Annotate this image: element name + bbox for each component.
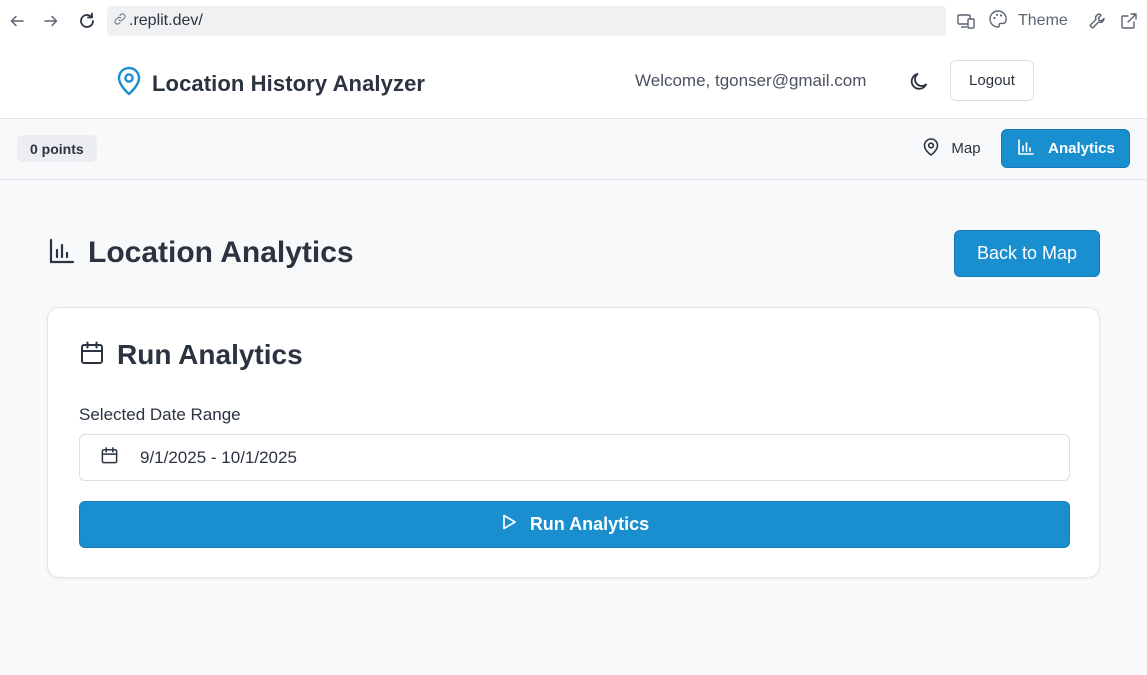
bar-chart-icon: [48, 237, 76, 270]
brand: Location History Analyzer: [116, 66, 425, 101]
play-icon: [500, 513, 518, 536]
reload-icon[interactable]: [75, 9, 99, 33]
bar-chart-icon: [1016, 137, 1036, 161]
forward-arrow-icon[interactable]: [39, 9, 63, 33]
app-title: Location History Analyzer: [152, 70, 426, 96]
tab-analytics-label: Analytics: [1048, 140, 1115, 157]
app-header: Location History Analyzer Welcome, tgons…: [0, 42, 1147, 119]
date-range-label: Selected Date Range: [79, 405, 241, 424]
wrench-icon[interactable]: [1087, 9, 1107, 33]
run-analytics-card: Run Analytics Selected Date Range 9/1/20…: [47, 307, 1100, 578]
map-pin-icon: [921, 137, 941, 161]
browser-toolbar: .replit.dev/ Theme: [0, 0, 1147, 42]
logout-button[interactable]: Logout: [950, 60, 1034, 101]
card-title: Run Analytics: [117, 339, 303, 370]
date-range-value: 9/1/2025 - 10/1/2025: [140, 447, 297, 467]
back-arrow-icon[interactable]: [5, 9, 29, 33]
devices-icon[interactable]: [956, 9, 976, 33]
theme-label: Theme: [1018, 12, 1068, 29]
palette-icon: [988, 9, 1008, 34]
card-heading: Run Analytics: [79, 339, 303, 371]
welcome-text: Welcome, tgonser@gmail.com: [635, 71, 867, 90]
map-pin-logo-icon: [116, 66, 142, 101]
tab-analytics[interactable]: Analytics: [1001, 129, 1130, 168]
back-to-map-button[interactable]: Back to Map: [954, 230, 1100, 277]
calendar-icon: [100, 446, 119, 470]
page-title: Location Analytics: [88, 236, 354, 269]
page-heading: Location Analytics: [48, 236, 354, 270]
address-bar[interactable]: .replit.dev/: [107, 6, 946, 36]
points-badge: 0 points: [17, 135, 97, 162]
url-text: .replit.dev/: [129, 12, 203, 29]
run-analytics-button[interactable]: Run Analytics: [79, 501, 1070, 548]
date-range-picker[interactable]: 9/1/2025 - 10/1/2025: [79, 434, 1070, 481]
dark-mode-toggle[interactable]: [908, 71, 930, 93]
run-analytics-label: Run Analytics: [529, 514, 650, 534]
tab-map-label: Map: [951, 140, 981, 157]
theme-control[interactable]: Theme: [988, 9, 1068, 33]
link-icon: [113, 12, 127, 31]
tab-map[interactable]: Map: [910, 129, 992, 168]
calendar-icon: [79, 340, 105, 371]
view-toolbar: 0 points Map Analytics: [0, 119, 1147, 180]
moon-icon: [908, 73, 930, 97]
external-link-icon[interactable]: [1119, 9, 1139, 33]
